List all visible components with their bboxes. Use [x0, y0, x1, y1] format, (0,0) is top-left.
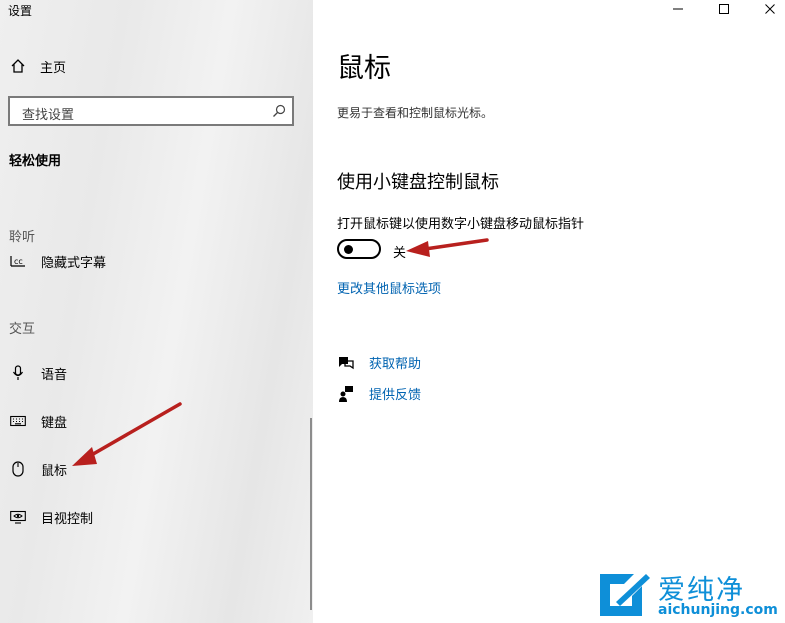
close-icon: [765, 4, 775, 14]
group-label-hearing: 聆听: [9, 230, 36, 245]
get-help-link[interactable]: 获取帮助: [337, 353, 421, 372]
watermark-logo-icon: [600, 574, 650, 616]
sidebar-item-label: 鼠标: [41, 463, 68, 479]
toggle-state-text: 关: [393, 246, 407, 261]
sidebar-item-label: 目视控制: [41, 511, 94, 527]
feedback-link[interactable]: 提供反馈: [337, 384, 421, 403]
mouse-keys-toggle[interactable]: [337, 239, 381, 259]
page-title: 鼠标: [337, 53, 391, 84]
section-title: 轻松使用: [9, 154, 62, 169]
get-help-label: 获取帮助: [369, 357, 422, 372]
sidebar-item-label: 主页: [40, 60, 67, 76]
sidebar-item-label: 键盘: [41, 415, 68, 431]
app-title: 设置: [8, 4, 33, 18]
sidebar-item-label: 隐藏式字幕: [41, 255, 107, 271]
sidebar-item-home[interactable]: 主页: [10, 56, 66, 76]
page-description: 更易于查看和控制鼠标光标。: [337, 106, 494, 120]
arrow-to-toggle: [406, 238, 489, 257]
maximize-icon: [719, 4, 729, 14]
keyboard-icon: [10, 413, 26, 429]
maximize-button[interactable]: [706, 0, 742, 18]
help-chat-icon: [337, 354, 355, 372]
svg-text:cc: cc: [14, 257, 23, 266]
minimize-icon: [673, 8, 683, 10]
feedback-icon: [337, 385, 355, 403]
toggle-label: 打开鼠标键以使用数字小键盘移动鼠标指针: [337, 217, 585, 232]
watermark-url: aichunjing.com: [658, 602, 778, 618]
home-icon: [11, 59, 25, 73]
group-label-interaction: 交互: [9, 322, 36, 337]
toggle-knob: [344, 245, 353, 254]
sidebar-item-mouse[interactable]: 鼠标: [10, 458, 67, 480]
mouse-icon: [10, 461, 26, 477]
search-placeholder: 查找设置: [22, 108, 75, 123]
search-input[interactable]: 查找设置: [8, 96, 294, 126]
feedback-label: 提供反馈: [369, 388, 422, 403]
sidebar-item-label: 语音: [41, 367, 68, 383]
eye-control-icon: [10, 509, 26, 525]
closed-captions-icon: cc: [10, 253, 26, 269]
sidebar-item-keyboard[interactable]: 键盘: [10, 410, 67, 432]
search-icon[interactable]: [272, 104, 286, 118]
sidebar-item-closed-captions[interactable]: cc 隐藏式字幕: [10, 250, 106, 272]
minimize-button[interactable]: [660, 0, 696, 18]
close-button[interactable]: [752, 0, 785, 18]
sidebar-item-speech[interactable]: 语音: [10, 362, 67, 384]
sidebar: 设置 主页 查找设置 轻松使用 聆听 cc 隐藏式字幕 交互 语音 键盘 鼠标 …: [0, 0, 313, 623]
microphone-icon: [10, 365, 26, 381]
sidebar-item-eye-control[interactable]: 目视控制: [10, 506, 93, 528]
sidebar-scrollbar[interactable]: [310, 418, 312, 610]
section-heading: 使用小键盘控制鼠标: [337, 172, 499, 193]
more-mouse-options-link[interactable]: 更改其他鼠标选项: [337, 278, 441, 297]
watermark: 爱纯净 aichunjing.com: [596, 568, 782, 620]
